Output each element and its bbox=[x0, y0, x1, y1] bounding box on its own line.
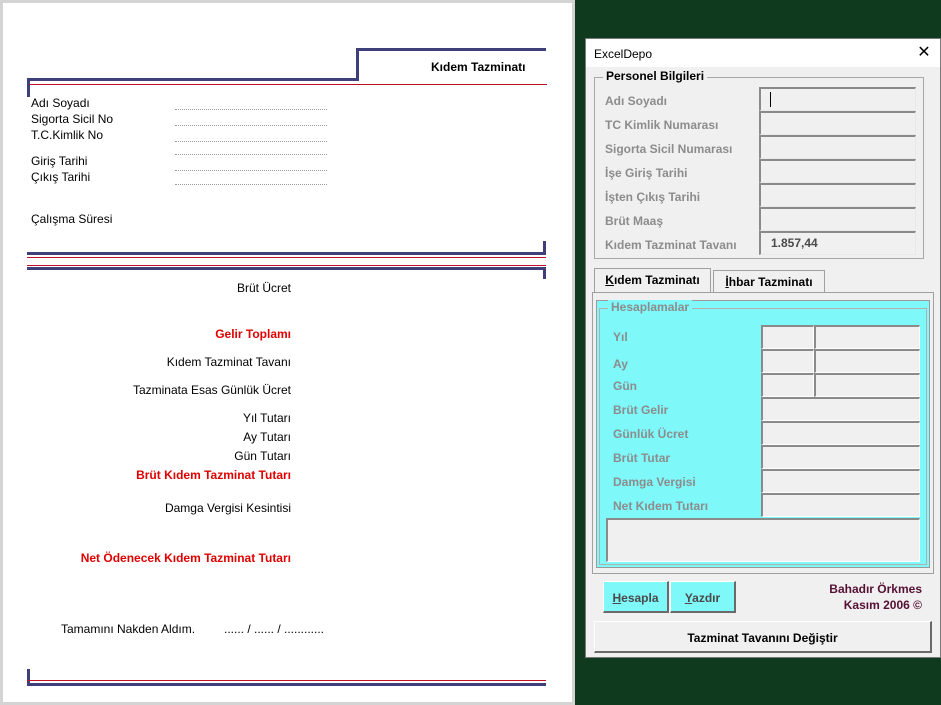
dialog-title: ExcelDepo bbox=[594, 47, 653, 61]
footer-receipt-text: Tamamını Nakden Aldım. bbox=[61, 622, 196, 636]
hesapla-mnemonic: H bbox=[612, 591, 622, 605]
tavan-degistir-button[interactable]: Tazminat Tavanını Değiştir bbox=[594, 621, 932, 653]
tc-kimlik-input[interactable] bbox=[759, 111, 916, 135]
bottom-rule bbox=[27, 683, 546, 686]
label-brut-tutar: Brüt Tutar bbox=[613, 451, 671, 465]
yil-field bbox=[761, 325, 814, 349]
dotted-line bbox=[175, 109, 327, 110]
label-isten-cikis: İşten Çıkış Tarihi bbox=[605, 190, 701, 204]
dotted-line bbox=[175, 154, 327, 155]
divider-red-line-2 bbox=[27, 265, 546, 266]
yazdir-button[interactable]: Yazdır bbox=[670, 581, 736, 613]
label-adi-soyadi: Adı Soyadı bbox=[605, 94, 668, 108]
dotted-line bbox=[175, 170, 327, 171]
credit-author: Bahadır Örkmes bbox=[829, 582, 922, 596]
brut-maas-input[interactable] bbox=[759, 207, 916, 231]
label-kidem-tavani: Kıdem Tazminat Tavanı bbox=[605, 238, 737, 252]
row-ay-tutari: Ay Tutarı bbox=[243, 430, 291, 444]
kidem-tavani-field: 1.857,44 bbox=[759, 231, 916, 255]
credit-date: Kasım 2006 © bbox=[843, 598, 922, 612]
sigorta-sicil-input[interactable] bbox=[759, 135, 916, 159]
header-rule-step bbox=[356, 48, 359, 81]
damga-vergisi-field bbox=[761, 469, 920, 493]
label-ay: Ay bbox=[613, 357, 628, 371]
divider-rule-2 bbox=[27, 267, 546, 270]
worksheet: Kıdem Tazminatı Adı Soyadı Sigorta Sicil… bbox=[0, 0, 575, 705]
bottom-red-line bbox=[27, 680, 546, 681]
row-damga-vergisi: Damga Vergisi Kesintisi bbox=[164, 501, 291, 515]
hesapla-button[interactable]: Hesapla bbox=[603, 581, 669, 613]
divider-rule bbox=[27, 252, 546, 255]
label-yil: Yıl bbox=[613, 330, 628, 344]
ay-amount-field bbox=[814, 349, 920, 373]
dotted-line bbox=[175, 141, 327, 142]
label-sigorta-sicil: Sigorta Sicil No bbox=[31, 112, 114, 126]
gun-amount-field bbox=[814, 373, 920, 397]
label-damga-vergisi: Damga Vergisi bbox=[613, 475, 696, 489]
hesaplamalar-panel: Hesaplamalar Yıl Ay Gün Brüt Gelir Günlü… bbox=[596, 300, 930, 568]
personel-frame-title: Personel Bilgileri bbox=[603, 69, 708, 83]
brut-tutar-field bbox=[761, 445, 920, 469]
dotted-line bbox=[175, 184, 327, 185]
label-giris-tarihi: Giriş Tarihi bbox=[31, 154, 88, 168]
row-esas-gunluk-ucret: Tazminata Esas Günlük Ücret bbox=[132, 383, 291, 397]
result-textarea[interactable] bbox=[606, 518, 920, 562]
label-tc-kimlik: TC Kimlik Numarası bbox=[605, 118, 719, 132]
gunluk-ucret-field bbox=[761, 421, 920, 445]
row-gelir-toplami: Gelir Toplamı bbox=[215, 327, 291, 341]
label-net-kidem: Net Kıdem Tutarı bbox=[613, 499, 709, 513]
header-left-tick bbox=[27, 81, 30, 97]
adi-soyadi-input[interactable] bbox=[759, 87, 916, 111]
row-kidem-tavani: Kıdem Tazminat Tavanı bbox=[166, 355, 291, 369]
row-brut-ucret: Brüt Ücret bbox=[236, 281, 291, 295]
label-brut-gelir: Brüt Gelir bbox=[613, 403, 669, 417]
exceldepo-dialog: ExcelDepo ✕ Personel Bilgileri Adı Soyad… bbox=[585, 38, 941, 658]
tab-ihbar-tazminati[interactable]: İhbar Tazminatı bbox=[713, 270, 825, 292]
label-ad-soyadi: Adı Soyadı bbox=[31, 96, 90, 110]
ay-field bbox=[761, 349, 814, 373]
label-cikis-tarihi: Çıkış Tarihi bbox=[31, 170, 91, 184]
label-brut-maas: Brüt Maaş bbox=[605, 214, 664, 228]
header-rule-left bbox=[27, 78, 359, 81]
gun-field bbox=[761, 373, 814, 397]
tab-kidem-mnemonic: K bbox=[605, 273, 614, 287]
dotted-line bbox=[175, 125, 327, 126]
close-icon[interactable]: ✕ bbox=[914, 43, 934, 63]
label-gunluk-ucret: Günlük Ücret bbox=[613, 427, 689, 441]
isten-cikis-input[interactable] bbox=[759, 183, 916, 207]
divider-red-line bbox=[27, 257, 546, 258]
label-calisma-suresi: Çalışma Süresi bbox=[31, 212, 113, 226]
brut-gelir-field bbox=[761, 397, 920, 421]
text-caret bbox=[770, 92, 771, 107]
row-net-odenecek: Net Ödenecek Kıdem Tazminat Tutarı bbox=[80, 551, 291, 565]
footer-date-placeholder: ...... / ...... / ............ bbox=[224, 622, 325, 636]
label-tc-kimlik: T.C.Kimlik No bbox=[31, 128, 104, 142]
ise-giris-input[interactable] bbox=[759, 159, 916, 183]
kidem-tavani-value: 1.857,44 bbox=[771, 236, 818, 250]
hesaplamalar-frame-title: Hesaplamalar bbox=[608, 300, 693, 314]
header-rule-top bbox=[356, 48, 546, 51]
header-red-line bbox=[27, 84, 547, 85]
dialog-titlebar[interactable]: ExcelDepo ✕ bbox=[586, 39, 940, 67]
row-yil-tutari: Yıl Tutarı bbox=[242, 411, 291, 425]
hesapla-label: esapla bbox=[621, 591, 659, 605]
net-kidem-field bbox=[761, 493, 920, 517]
tab-ihbar-label: hbar Tazminatı bbox=[728, 275, 813, 289]
yil-amount-field bbox=[814, 325, 920, 349]
label-gun: Gün bbox=[613, 379, 637, 393]
label-ise-giris: İşe Giriş Tarihi bbox=[605, 166, 688, 180]
divider-right-tick-2 bbox=[543, 267, 546, 279]
worksheet-page: Kıdem Tazminatı Adı Soyadı Sigorta Sicil… bbox=[3, 3, 572, 702]
tab-kidem-tazminati[interactable]: Kıdem Tazminatı bbox=[594, 268, 711, 292]
label-sigorta-sicil: Sigorta Sicil Numarası bbox=[605, 142, 733, 156]
tab-kidem-label: ıdem Tazminatı bbox=[613, 273, 700, 287]
yazdir-label: azdır bbox=[692, 591, 721, 605]
row-gun-tutari: Gün Tutarı bbox=[234, 449, 291, 463]
row-brut-kidem-tutari: Brüt Kıdem Tazminat Tutarı bbox=[136, 468, 291, 482]
sheet-title: Kıdem Tazminatı bbox=[431, 60, 526, 74]
